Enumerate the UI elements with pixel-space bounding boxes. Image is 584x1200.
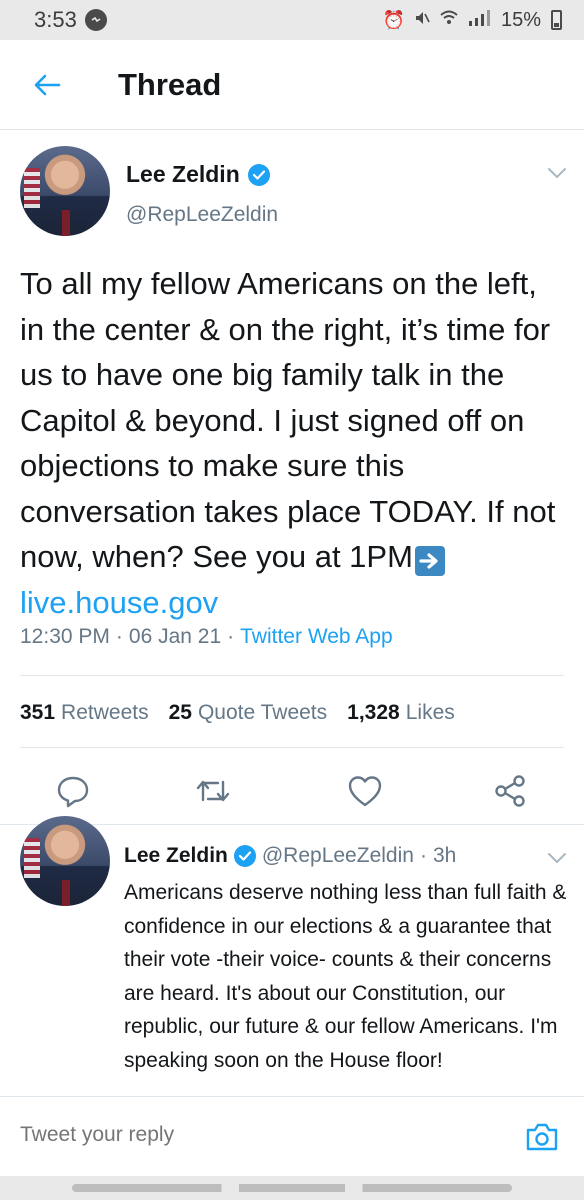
camera-button[interactable] <box>522 1117 562 1157</box>
avatar[interactable] <box>20 816 110 906</box>
quote-tweets-stat[interactable]: 25 Quote Tweets <box>169 701 328 725</box>
status-time-group: 3:53 <box>34 7 107 33</box>
status-indicators: ⏰ 15% <box>383 9 562 32</box>
meta-separator: · <box>115 625 123 648</box>
verified-badge-icon <box>233 845 256 867</box>
back-button[interactable] <box>0 40 94 130</box>
retweet-button[interactable] <box>193 771 233 811</box>
system-nav-bar <box>0 1176 584 1200</box>
verified-badge-icon <box>247 163 270 186</box>
divider <box>20 747 564 748</box>
reply-menu-button[interactable] <box>544 848 570 868</box>
reply-bar <box>0 1096 584 1176</box>
tweet-source[interactable]: Twitter Web App <box>240 625 393 649</box>
author-handle[interactable]: @RepLeeZeldin <box>126 203 278 227</box>
share-icon <box>495 775 525 807</box>
like-button[interactable] <box>345 771 385 811</box>
arrow-right-emoji-icon <box>414 546 445 576</box>
tweet-text-content: To all my fellow Americans on the left, … <box>20 266 556 574</box>
message-icon <box>84 9 107 31</box>
tweet-actions <box>0 761 584 821</box>
mute-icon <box>413 9 431 32</box>
tweet-date: 06 Jan 21 <box>128 625 222 648</box>
reply-author-handle[interactable]: @RepLeeZeldin <box>262 844 414 868</box>
tweet-menu-button[interactable] <box>544 163 570 183</box>
reply-author-row: Lee Zeldin @RepLeeZeldin · 3h <box>124 844 456 868</box>
tweet-link[interactable]: live.house.gov <box>20 585 218 620</box>
retweets-count: 351 <box>20 701 56 724</box>
reply-input[interactable] <box>20 1123 480 1147</box>
back-arrow-icon <box>34 74 61 95</box>
reply-age: 3h <box>432 844 457 867</box>
divider <box>20 675 564 676</box>
meta-separator: · <box>227 625 235 648</box>
share-button[interactable] <box>490 771 530 811</box>
alarm-icon: ⏰ <box>382 9 405 30</box>
quotes-label: Quote Tweets <box>197 701 328 724</box>
likes-count: 1,328 <box>347 701 400 724</box>
tweet-meta: 12:30 PM · 06 Jan 21 · Twitter Web App <box>20 625 393 649</box>
retweets-label: Retweets <box>61 701 149 724</box>
retweet-icon <box>196 780 230 802</box>
quotes-count: 25 <box>168 701 192 724</box>
avatar[interactable] <box>20 146 110 236</box>
reply-author-name[interactable]: Lee Zeldin <box>124 844 228 868</box>
author-name[interactable]: Lee Zeldin <box>126 161 240 188</box>
tweet-text: To all my fellow Americans on the left, … <box>20 261 568 625</box>
camera-icon <box>526 1123 558 1151</box>
status-time: 3:53 <box>34 7 77 32</box>
meta-separator: · <box>419 844 427 867</box>
gesture-handle[interactable] <box>72 1184 512 1192</box>
battery-icon <box>551 10 562 30</box>
likes-label: Likes <box>405 701 455 724</box>
status-bar: 3:53 ⏰ 15% <box>0 0 584 40</box>
chevron-down-icon <box>548 168 566 179</box>
thread-header: Thread <box>0 40 584 130</box>
tweet-time: 12:30 PM <box>20 625 110 648</box>
reply-text: Americans deserve nothing less than full… <box>124 881 567 1072</box>
page-title: Thread <box>118 66 222 102</box>
wifi-icon <box>439 9 459 32</box>
author-row: Lee Zeldin <box>126 161 270 188</box>
reply-button[interactable] <box>53 771 93 811</box>
tweet-stats: 351 Retweets 25 Quote Tweets 1,328 Likes <box>20 701 475 725</box>
reply-icon <box>57 776 89 808</box>
likes-stat[interactable]: 1,328 Likes <box>347 701 455 725</box>
like-icon <box>348 776 382 807</box>
signal-icon <box>467 9 493 32</box>
battery-percent: 15% <box>500 8 541 31</box>
retweets-stat[interactable]: 351 Retweets <box>20 701 149 725</box>
chevron-down-icon <box>548 853 566 864</box>
